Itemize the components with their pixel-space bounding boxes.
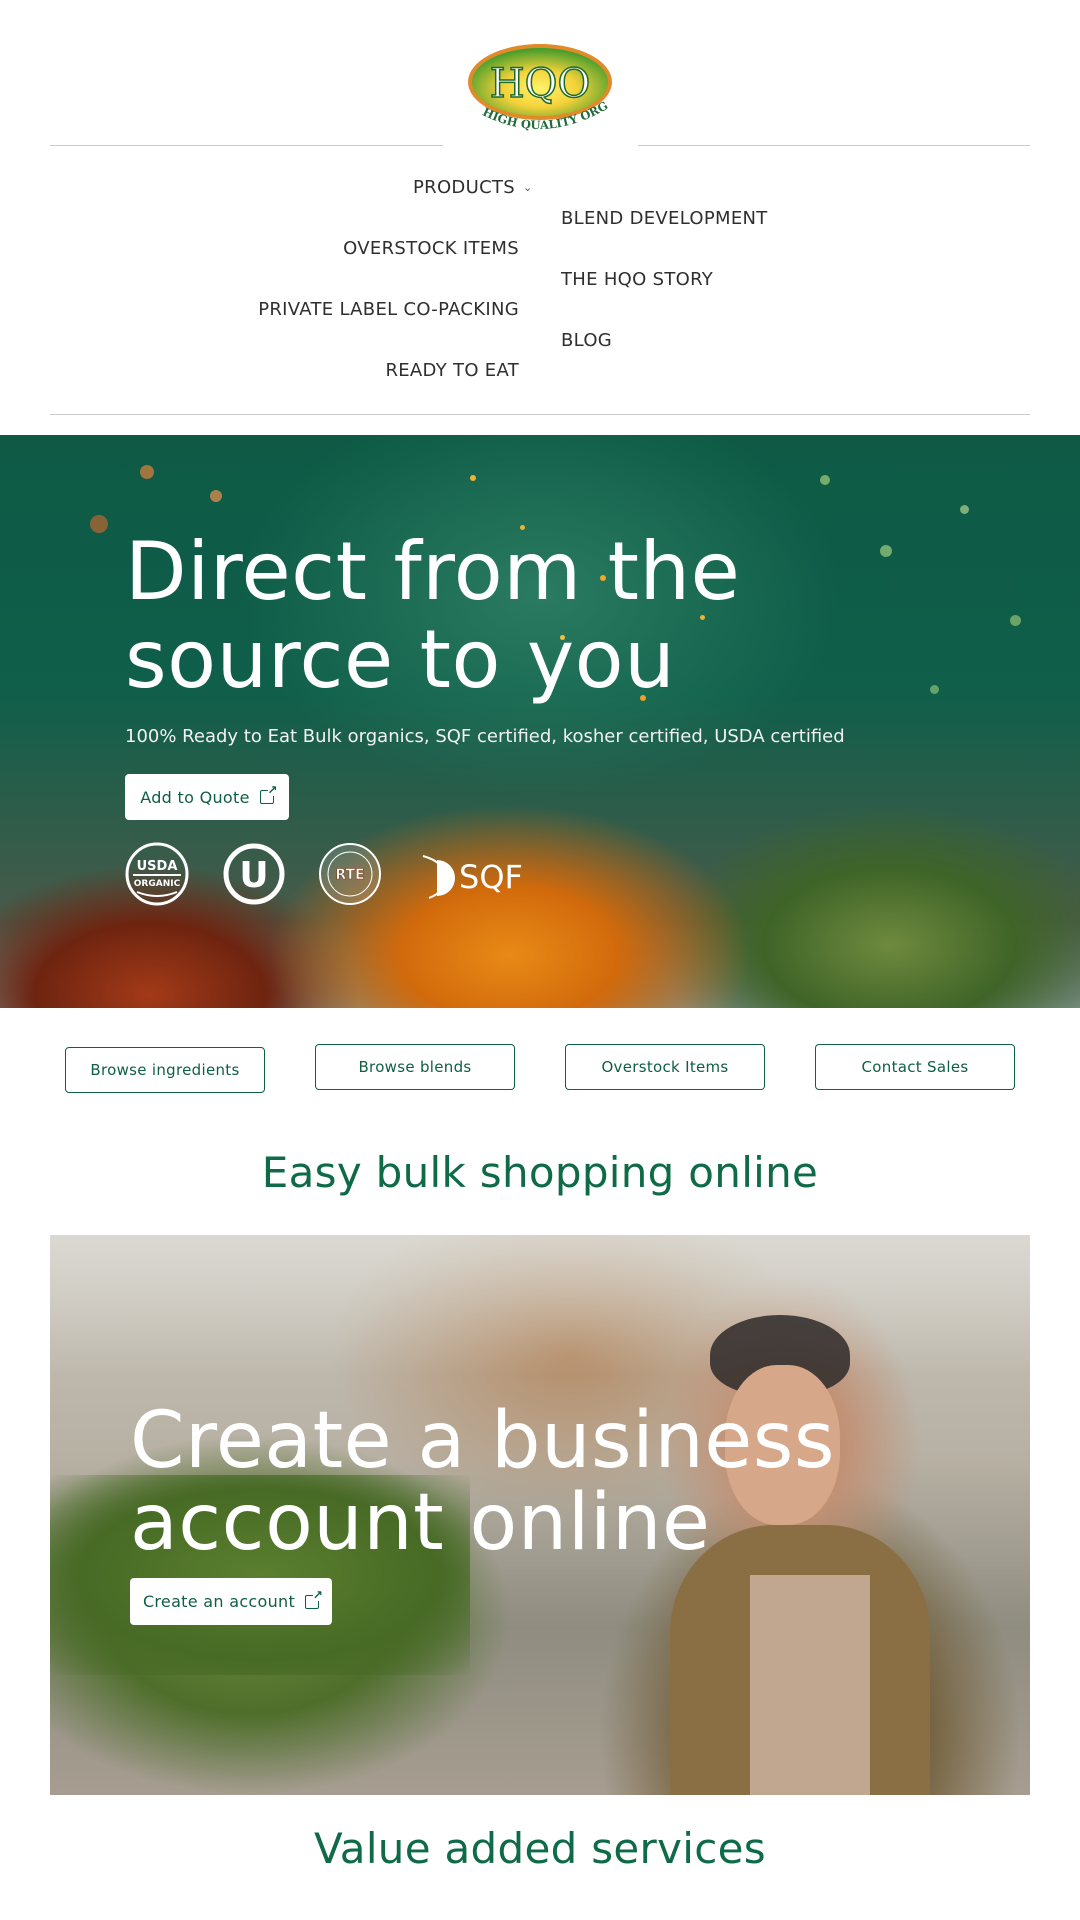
sqf-badge: SQF <box>415 848 535 902</box>
value-added-services-heading: Value added services <box>314 1824 766 1873</box>
business-banner-title-line-2: account online <box>130 1478 711 1568</box>
svg-text:SQF: SQF <box>459 858 523 896</box>
header-divider-right <box>638 145 1030 146</box>
business-banner-title-line-1: Create a business <box>130 1396 836 1486</box>
svg-text:U: U <box>239 855 268 896</box>
external-link-icon <box>259 783 278 804</box>
hero-title-line-2: source to you <box>125 613 676 706</box>
nav-blog[interactable]: BLOG <box>561 330 612 351</box>
nav-blend-development[interactable]: BLEND DEVELOPMENT <box>561 208 768 229</box>
nav-products-label: PRODUCTS <box>413 177 515 198</box>
header-divider-left <box>50 145 443 146</box>
nav-divider <box>50 414 1030 415</box>
rte-badge: RTE <box>318 842 382 906</box>
add-to-quote-label: Add to Quote <box>140 787 250 807</box>
overstock-items-button[interactable]: Overstock Items <box>565 1044 765 1090</box>
chevron-down-icon: ⌄ <box>522 181 533 194</box>
browse-blends-button[interactable]: Browse blends <box>315 1044 515 1090</box>
business-banner-title: Create a business account online <box>130 1400 835 1564</box>
nav-overstock-items[interactable]: OVERSTOCK ITEMS <box>343 238 519 259</box>
easy-bulk-shopping-heading: Easy bulk shopping online <box>261 1148 819 1197</box>
contact-sales-button[interactable]: Contact Sales <box>815 1044 1015 1090</box>
create-account-button[interactable]: Create an account <box>130 1578 332 1625</box>
nav-the-hqo-story[interactable]: THE HQO STORY <box>561 269 713 290</box>
svg-text:RTE: RTE <box>335 867 364 883</box>
hero-subtitle: 100% Ready to Eat Bulk organics, SQF cer… <box>125 726 845 747</box>
hero-banner <box>0 435 1080 1008</box>
nav-private-label-co-packing[interactable]: PRIVATE LABEL CO-PACKING <box>258 299 519 320</box>
nav-ready-to-eat[interactable]: READY TO EAT <box>385 360 519 381</box>
external-link-icon <box>305 1588 323 1609</box>
add-to-quote-button[interactable]: Add to Quote <box>125 774 289 820</box>
hero-title: Direct from the source to you <box>125 528 925 704</box>
usda-organic-badge: USDA ORGANIC <box>125 842 189 906</box>
hqo-logo[interactable]: HQO HIGH QUALITY ORGANICS <box>460 31 615 137</box>
create-account-label: Create an account <box>142 1592 296 1611</box>
hero-title-line-1: Direct from the <box>125 525 741 618</box>
nav-products[interactable]: PRODUCTS ⌄ <box>413 177 533 198</box>
svg-text:USDA: USDA <box>137 859 178 874</box>
browse-ingredients-button[interactable]: Browse ingredients <box>65 1047 265 1093</box>
svg-text:HQO: HQO <box>490 61 590 107</box>
logo-emblem: HQO HIGH QUALITY ORGANICS <box>460 31 612 132</box>
svg-text:ORGANIC: ORGANIC <box>134 879 181 889</box>
ou-kosher-badge: U <box>222 842 286 906</box>
